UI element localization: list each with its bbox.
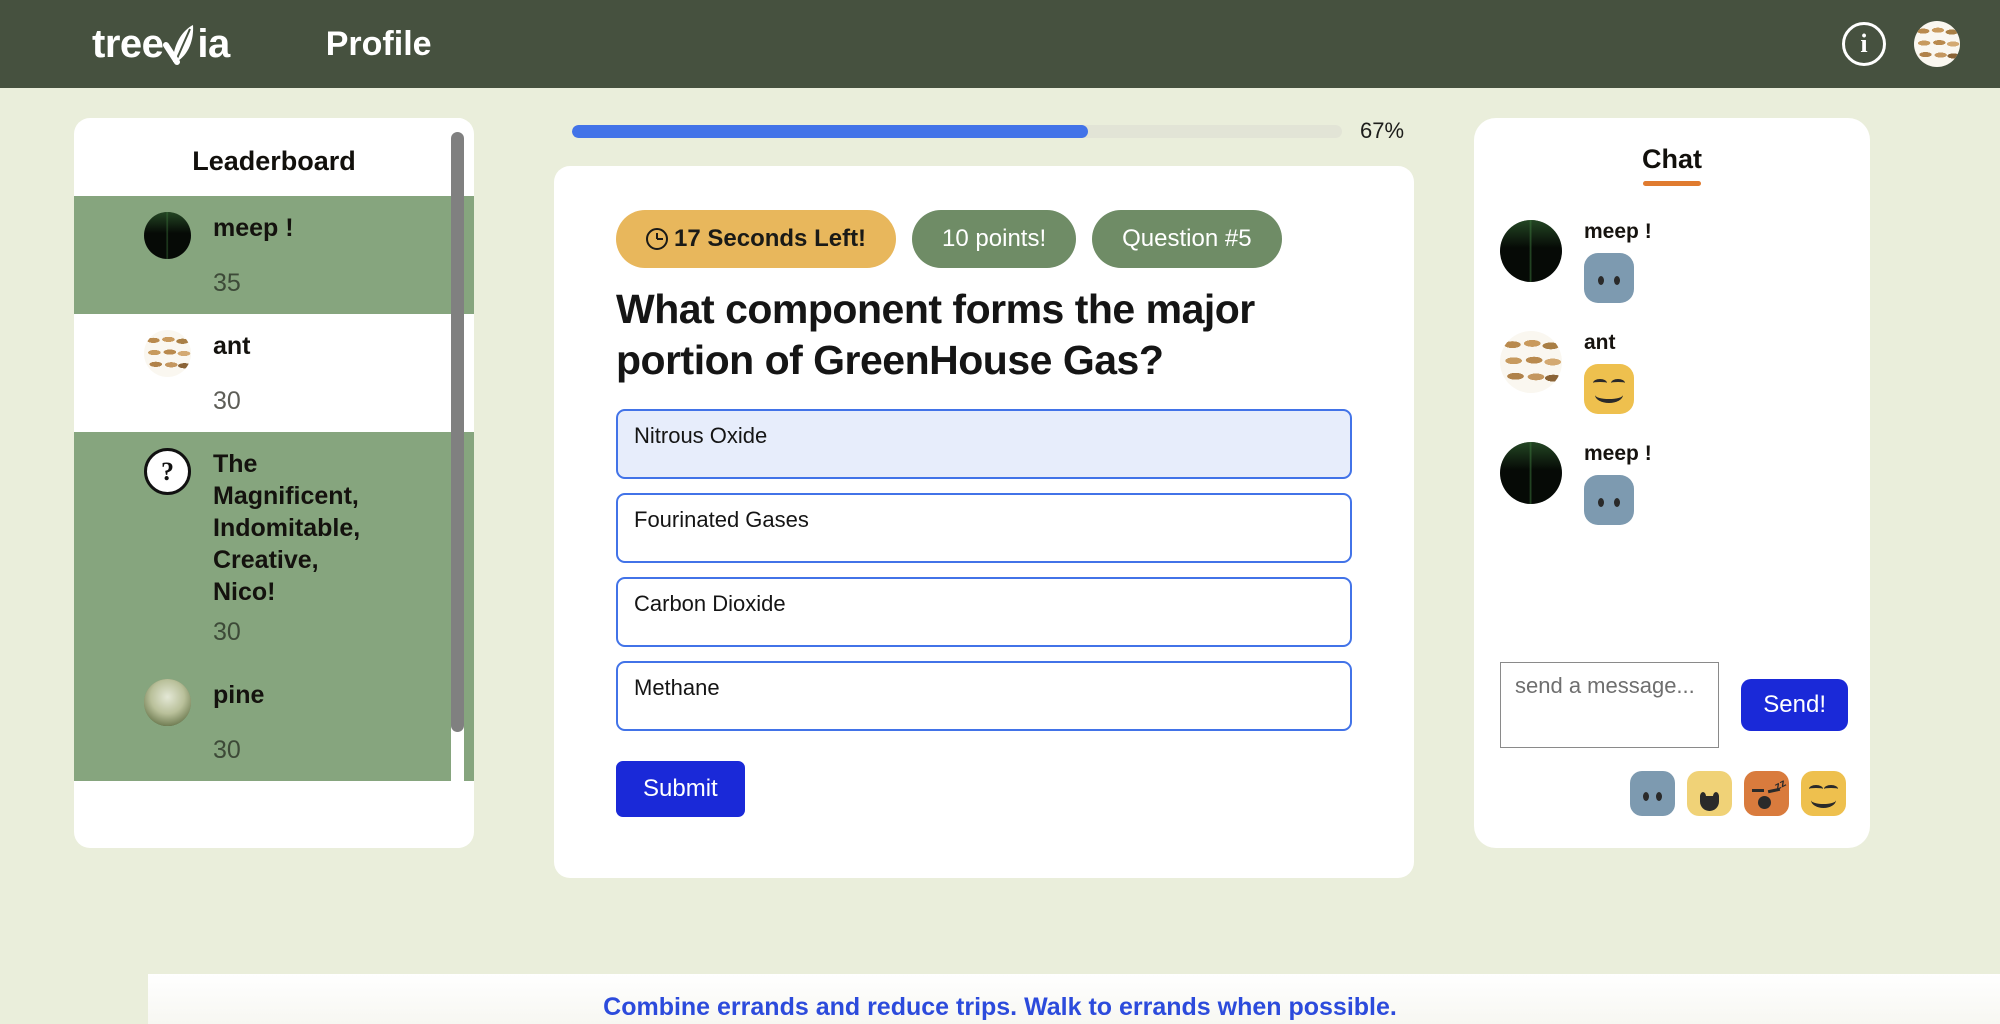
- question-text: What component forms the major portion o…: [616, 286, 1255, 384]
- quiz-badges: 17 Seconds Left! 10 points! Question #5: [616, 210, 1352, 268]
- emoji-grin-face-button[interactable]: [1687, 771, 1732, 816]
- points-badge: 10 points!: [912, 210, 1077, 268]
- leaderboard-score: 30: [213, 618, 241, 646]
- chat-panel: Chat meep ! ant meep ! send a message...…: [1474, 118, 1870, 848]
- main-layout: Leaderboard meep ! 35 ant 30 ? The Magni…: [0, 88, 2000, 968]
- quiz-column: 67% 17 Seconds Left! 10 points! Question…: [554, 118, 1414, 878]
- meep-avatar: [1500, 220, 1562, 282]
- leaderboard-score: 35: [213, 269, 241, 297]
- top-navbar: tree ia Profile i: [0, 0, 2000, 88]
- answer-option[interactable]: Carbon Dioxide: [616, 576, 1352, 647]
- clock-icon: [646, 228, 668, 250]
- leaderboard-name: meep !: [213, 214, 294, 242]
- emoji-neutral-blue-face-button[interactable]: [1630, 771, 1675, 816]
- chat-message: meep !: [1500, 442, 1844, 525]
- chat-message: meep !: [1500, 220, 1844, 303]
- timer-badge: 17 Seconds Left!: [616, 210, 897, 268]
- brand-logo[interactable]: tree ia: [92, 22, 230, 67]
- info-icon[interactable]: i: [1842, 22, 1886, 66]
- leaderboard-panel: Leaderboard meep ! 35 ant 30 ? The Magni…: [74, 118, 474, 848]
- chat-message: ant: [1500, 331, 1844, 414]
- answer-option[interactable]: Fourinated Gases: [616, 492, 1352, 563]
- chat-input-row: Send!: [1500, 662, 1848, 748]
- tip-banner-left-edge: [0, 974, 148, 1024]
- leaderboard-title: Leaderboard: [192, 146, 356, 176]
- chat-title: Chat: [1642, 144, 1702, 174]
- brand-text-left: tree: [92, 21, 164, 66]
- leaderboard-row[interactable]: meep ! 35: [74, 196, 474, 314]
- leaderboard-row[interactable]: ? The Magnificent, Indomitable, Creative…: [74, 432, 474, 663]
- tip-text: Combine errands and reduce trips. Walk t…: [603, 993, 1397, 1021]
- leaderboard-name: ant: [213, 332, 251, 360]
- question-number-badge: Question #5: [1092, 210, 1282, 268]
- send-button[interactable]: Send!: [1741, 679, 1848, 731]
- chat-message-list: meep ! ant meep !: [1500, 220, 1844, 650]
- chat-username: ant: [1584, 331, 1616, 354]
- chat-message-input[interactable]: [1500, 662, 1720, 748]
- leaderboard-name: pine: [213, 681, 265, 709]
- scrollbar-thumb[interactable]: [451, 132, 464, 732]
- ant-avatar: [1500, 331, 1562, 393]
- chat-username: meep !: [1584, 442, 1652, 465]
- answer-option[interactable]: Nitrous Oxide: [616, 408, 1352, 479]
- answer-option[interactable]: Methane: [616, 660, 1352, 731]
- neutral-blue-face-icon: [1584, 253, 1634, 303]
- progress-track: [572, 124, 1342, 138]
- pine-avatar: [144, 679, 191, 726]
- nav-link-profile[interactable]: Profile: [326, 25, 432, 64]
- chat-title-underline: [1643, 181, 1701, 186]
- leaf-icon: [163, 22, 197, 66]
- meep-avatar: [1500, 442, 1562, 504]
- leaderboard-score: 30: [213, 387, 241, 415]
- emoji-content-face-button[interactable]: [1801, 771, 1846, 816]
- user-avatar[interactable]: [1914, 21, 1960, 67]
- chat-username: meep !: [1584, 220, 1652, 243]
- progress-label: 67%: [1360, 118, 1405, 143]
- leaderboard-name: The Magnificent, Indomitable, Creative, …: [213, 450, 361, 606]
- leaderboard-row[interactable]: pine 30: [74, 663, 474, 781]
- leaderboard-scrollbar[interactable]: [451, 118, 464, 848]
- leaderboard-list: meep ! 35 ant 30 ? The Magnificent, Indo…: [74, 196, 474, 848]
- emoji-sleeping-face-button[interactable]: zz: [1744, 771, 1789, 816]
- submit-button[interactable]: Submit: [616, 760, 745, 817]
- tip-banner: Combine errands and reduce trips. Walk t…: [0, 974, 2000, 1024]
- navbar-actions: i: [1842, 21, 1960, 67]
- timer-badge-label: 17 Seconds Left!: [674, 225, 867, 252]
- quiz-progress: 67%: [554, 118, 1414, 144]
- quiz-card: 17 Seconds Left! 10 points! Question #5 …: [554, 166, 1414, 878]
- leaderboard-score: 30: [213, 736, 241, 764]
- smiling-face-icon: [1584, 364, 1634, 414]
- leaderboard-row[interactable]: ant 30: [74, 314, 474, 432]
- question-avatar: ?: [144, 448, 191, 495]
- emoji-picker: zz: [1630, 771, 1846, 816]
- neutral-blue-face-icon: [1584, 475, 1634, 525]
- progress-fill: [572, 124, 1088, 138]
- ant-avatar: [144, 330, 191, 377]
- brand-text-right: ia: [197, 21, 230, 66]
- meep-avatar: [144, 212, 191, 259]
